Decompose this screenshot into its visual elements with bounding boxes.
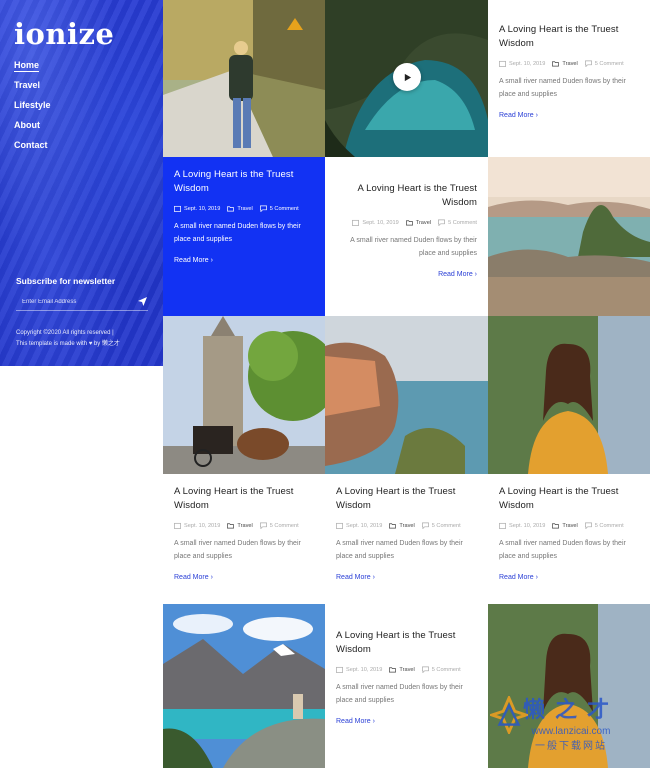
site-logo[interactable]: ionize — [14, 16, 149, 52]
post-title[interactable]: A Loving Heart is the Truest Wisdom — [499, 485, 639, 513]
post-title[interactable]: A Loving Heart is the Truest Wisdom — [336, 629, 477, 657]
comment-icon — [584, 60, 592, 67]
newsletter: Subscribe for newsletter — [16, 276, 148, 311]
post-image-woman-yellow-2[interactable]: 懒之才 www.lanzicai.com 一般下载网站 — [488, 604, 650, 768]
post-card-5: A Loving Heart is the Truest Wisdom Sept… — [488, 474, 650, 604]
calendar-icon — [336, 666, 343, 673]
post-meta: Sept. 10, 2019 Travel 5 Comment — [336, 522, 477, 529]
read-more-link[interactable]: Read More › — [174, 257, 213, 264]
folder-icon — [389, 523, 397, 529]
comment-icon — [421, 522, 429, 529]
comment-icon — [421, 666, 429, 673]
post-title[interactable]: A Loving Heart is the Truest Wisdom — [336, 182, 477, 210]
send-icon[interactable] — [136, 296, 148, 308]
post-title[interactable]: A Loving Heart is the Truest Wisdom — [336, 485, 477, 513]
watermark: 懒之才 www.lanzicai.com 一般下载网站 — [490, 692, 646, 752]
post-meta: Sept. 10, 2019 Travel 5 Comment — [174, 522, 314, 529]
play-video-button[interactable] — [393, 63, 421, 91]
post-card-1: A Loving Heart is the Truest Wisdom Sept… — [488, 0, 650, 157]
post-card-featured: A Loving Heart is the Truest Wisdom Sept… — [163, 157, 325, 316]
post-image-coast-video[interactable] — [325, 0, 488, 157]
post-excerpt: A small river named Duden flows by their… — [174, 223, 301, 243]
calendar-icon — [174, 205, 181, 212]
comment-icon — [438, 219, 445, 226]
post-card-6: A Loving Heart is the Truest Wisdom Sept… — [325, 604, 488, 768]
read-more-link[interactable]: Read More › — [336, 718, 375, 725]
folder-icon — [389, 667, 397, 673]
read-more-link[interactable]: Read More › — [438, 271, 477, 278]
post-image-horse-carriage[interactable] — [163, 316, 325, 474]
post-title[interactable]: A Loving Heart is the Truest Wisdom — [174, 168, 314, 196]
nav-travel[interactable]: Travel — [14, 80, 149, 90]
calendar-icon — [336, 522, 343, 529]
folder-icon — [552, 61, 560, 67]
nav-home[interactable]: Home — [14, 60, 149, 72]
copyright: Copyright ©2020 All rights reserved | Th… — [16, 330, 120, 347]
post-excerpt: A small river named Duden flows by their… — [350, 237, 477, 257]
calendar-icon — [499, 522, 506, 529]
post-image-hiker[interactable] — [163, 0, 325, 157]
watermark-logo-icon — [490, 696, 528, 734]
post-card-3: A Loving Heart is the Truest Wisdom Sept… — [163, 474, 325, 604]
post-card-2: A Loving Heart is the Truest Wisdom Sept… — [325, 157, 488, 316]
post-meta: Sept. 10, 2019 Travel 5 Comment — [336, 666, 477, 673]
post-excerpt: A small river named Duden flows by their… — [336, 540, 463, 560]
post-excerpt: A small river named Duden flows by their… — [336, 684, 463, 704]
post-image-woman-yellow[interactable] — [488, 316, 650, 474]
folder-icon — [227, 523, 235, 529]
folder-icon — [405, 220, 413, 226]
post-meta: Sept. 10, 2019 Travel 5 Comment — [336, 219, 477, 226]
calendar-icon — [352, 219, 360, 226]
post-image-mountain-lake[interactable] — [163, 604, 325, 768]
read-more-link[interactable]: Read More › — [174, 574, 213, 581]
calendar-icon — [174, 522, 181, 529]
post-image-cinque-terre[interactable] — [325, 316, 488, 474]
post-meta: Sept. 10, 2019 Travel 5 Comment — [499, 522, 639, 529]
read-more-link[interactable]: Read More › — [499, 112, 538, 119]
calendar-icon — [499, 60, 506, 67]
post-image-rio-bay[interactable] — [488, 157, 650, 316]
post-excerpt: A small river named Duden flows by their… — [499, 540, 626, 560]
post-card-4: A Loving Heart is the Truest Wisdom Sept… — [325, 474, 488, 604]
main-nav: Home Travel Lifestyle About Contact — [14, 60, 149, 150]
post-excerpt: A small river named Duden flows by their… — [174, 540, 301, 560]
read-more-link[interactable]: Read More › — [499, 574, 538, 581]
newsletter-title: Subscribe for newsletter — [16, 276, 116, 286]
read-more-link[interactable]: Read More › — [336, 574, 375, 581]
post-meta: Sept. 10, 2019 Travel 5 Comment — [499, 60, 639, 67]
post-title[interactable]: A Loving Heart is the Truest Wisdom — [499, 23, 639, 51]
post-excerpt: A small river named Duden flows by their… — [499, 78, 626, 98]
comment-icon — [259, 522, 267, 529]
nav-contact[interactable]: Contact — [14, 140, 149, 150]
sidebar: ionize Home Travel Lifestyle About Conta… — [0, 0, 163, 366]
nav-lifestyle[interactable]: Lifestyle — [14, 100, 149, 110]
folder-icon — [227, 206, 235, 212]
post-meta: Sept. 10, 2019 Travel 5 Comment — [174, 205, 314, 212]
newsletter-form — [16, 293, 148, 311]
comment-icon — [259, 205, 267, 212]
folder-icon — [552, 523, 560, 529]
comment-icon — [584, 522, 592, 529]
nav-about[interactable]: About — [14, 120, 149, 130]
email-field[interactable] — [22, 298, 136, 305]
post-title[interactable]: A Loving Heart is the Truest Wisdom — [174, 485, 314, 513]
